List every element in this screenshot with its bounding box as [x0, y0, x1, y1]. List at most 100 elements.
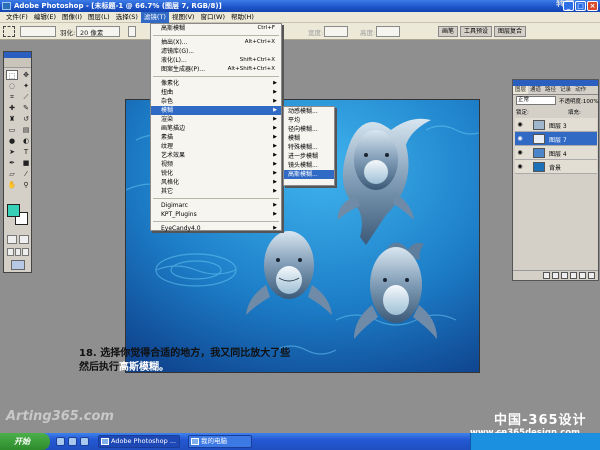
screen-mode-buttons[interactable] — [7, 248, 30, 256]
menu-item[interactable]: 帮助(H) — [228, 12, 257, 23]
layer-style-icon[interactable] — [552, 272, 559, 279]
eye-icon[interactable]: ◉ — [516, 121, 524, 128]
filter-menu-item[interactable]: 液化(L)... Shift+Ctrl+X — [151, 56, 281, 65]
opacity-control[interactable]: 不透明度:100% — [559, 97, 599, 105]
quick-mask-buttons[interactable] — [7, 235, 29, 244]
menu-item[interactable]: 图层(L) — [85, 12, 113, 23]
blur-submenu-item[interactable]: 动感模糊... — [284, 107, 334, 116]
palette-well-tab[interactable]: 图层复合 — [494, 26, 527, 37]
menu-item[interactable]: 视图(V) — [169, 12, 198, 23]
new-layer-icon[interactable] — [579, 272, 586, 279]
filter-menu-item[interactable]: Digimarc ▶ — [151, 201, 281, 210]
filter-menu-item[interactable]: EyeCandy4.0 ▶ — [151, 224, 281, 233]
notes-tool-icon[interactable]: ▱ — [6, 169, 18, 179]
selection-mode-buttons[interactable] — [20, 26, 56, 37]
lasso-tool-icon[interactable]: ◌ — [6, 81, 18, 91]
antialias-checkbox[interactable] — [128, 26, 136, 37]
menu-item[interactable]: 选择(S) — [113, 12, 141, 23]
type-tool-icon[interactable]: T — [20, 147, 32, 157]
palette-well-tab[interactable]: 画笔 — [438, 26, 459, 37]
layer-row[interactable]: ◉ 图层 4 — [515, 146, 597, 160]
filter-menu-item[interactable]: 高斯模糊 Ctrl+F — [151, 24, 281, 33]
filter-menu-item[interactable]: 锐化 ▶ — [151, 169, 281, 178]
start-button[interactable]: 开始 — [0, 433, 50, 450]
menu-item[interactable]: 文件(F) — [3, 12, 31, 23]
foreground-color-swatch[interactable] — [7, 204, 20, 217]
delete-layer-icon[interactable] — [588, 272, 595, 279]
healing-tool-icon[interactable]: ✚ — [6, 103, 18, 113]
filter-menu-item[interactable]: 画笔描边 ▶ — [151, 124, 281, 133]
opacity-value[interactable]: 100% — [583, 99, 599, 105]
add-mask-icon[interactable] — [561, 272, 568, 279]
menu-item[interactable]: 编辑(E) — [31, 12, 59, 23]
dodge-tool-icon[interactable]: ◐ — [20, 136, 32, 146]
link-layers-icon[interactable] — [543, 272, 550, 279]
slice-tool-icon[interactable]: ⟋ — [20, 92, 32, 102]
crop-tool-icon[interactable]: ⌗ — [6, 92, 18, 102]
pen-tool-icon[interactable]: ✒ — [6, 158, 18, 168]
filter-menu-item[interactable]: 艺术效果 ▶ — [151, 151, 281, 160]
blur-tool-icon[interactable]: ● — [6, 136, 18, 146]
filter-menu-item[interactable]: 视频 ▶ — [151, 160, 281, 169]
blend-mode-select[interactable]: 正常 — [516, 96, 556, 105]
layers-panel-tab[interactable]: 记录 — [558, 86, 573, 94]
layers-panel-tab[interactable]: 路径 — [543, 86, 558, 94]
quick-launch-media-icon[interactable] — [80, 437, 89, 446]
stamp-tool-icon[interactable]: ♜ — [6, 114, 18, 124]
restore-button[interactable]: □ — [575, 1, 586, 11]
magic-wand-tool-icon[interactable]: ✦ — [20, 81, 32, 91]
eyedropper-tool-icon[interactable]: ⁄ — [20, 169, 32, 179]
filter-menu-item[interactable]: 杂色 ▶ — [151, 97, 281, 106]
zoom-tool-icon[interactable]: ⚲ — [20, 180, 32, 190]
quick-launch-desktop-icon[interactable] — [68, 437, 77, 446]
path-select-tool-icon[interactable]: ➤ — [6, 147, 18, 157]
layer-row[interactable]: ◉ 图层 3 — [515, 118, 597, 132]
filter-menu-item[interactable]: 素描 ▶ — [151, 133, 281, 142]
filter-menu-item[interactable]: 模糊 ▶ — [151, 106, 281, 115]
filter-menu-item[interactable]: 像素化 ▶ — [151, 79, 281, 88]
hand-tool-icon[interactable]: ✋ — [6, 180, 18, 190]
eye-icon[interactable]: ◉ — [516, 163, 524, 170]
eye-icon[interactable]: ◉ — [516, 135, 524, 142]
filter-menu-item[interactable]: 其它 ▶ — [151, 187, 281, 196]
palette-well-tab[interactable]: 工具预设 — [460, 26, 493, 37]
menu-item[interactable]: 图像(I) — [59, 12, 85, 23]
filter-menu-item[interactable]: 图案生成器(P)... Alt+Shift+Ctrl+X — [151, 65, 281, 74]
marquee-tool-icon[interactable]: ⬚ — [6, 70, 18, 80]
height-input[interactable] — [376, 26, 400, 37]
gradient-tool-icon[interactable]: ▤ — [20, 125, 32, 135]
menu-item[interactable]: 窗口(W) — [197, 12, 228, 23]
close-button[interactable]: × — [587, 1, 598, 11]
eraser-tool-icon[interactable]: ▭ — [6, 125, 18, 135]
blur-submenu-item[interactable]: 进一步模糊 — [284, 152, 334, 161]
feather-input[interactable]: 20 像素 — [80, 27, 103, 37]
move-tool-icon[interactable]: ✥ — [20, 70, 32, 80]
layer-row[interactable]: ◉ 背景 — [515, 160, 597, 174]
marquee-tool-icon[interactable] — [3, 26, 15, 37]
layers-panel-tab[interactable]: 动作 — [573, 86, 588, 94]
taskbar-button[interactable]: Adobe Photoshop ... — [98, 435, 180, 448]
brush-tool-icon[interactable]: ✎ — [20, 103, 32, 113]
blur-submenu-item[interactable]: 镜头模糊... — [284, 161, 334, 170]
blur-submenu-item[interactable]: 径向模糊... — [284, 125, 334, 134]
filter-menu-item[interactable]: KPT_Plugins ▶ — [151, 210, 281, 219]
layers-panel-tab[interactable]: 通道 — [528, 86, 543, 94]
filter-menu-item[interactable]: 扭曲 ▶ — [151, 88, 281, 97]
taskbar-button[interactable]: 我的电脑 — [188, 435, 252, 448]
filter-menu-item[interactable]: 渲染 ▶ — [151, 115, 281, 124]
eye-icon[interactable]: ◉ — [516, 149, 524, 156]
blur-submenu-item[interactable]: 平均 — [284, 116, 334, 125]
filter-menu-item[interactable]: 抽出(X)... Alt+Ctrl+X — [151, 38, 281, 47]
width-input[interactable] — [324, 26, 348, 37]
quick-launch-ie-icon[interactable] — [56, 437, 65, 446]
history-brush-tool-icon[interactable]: ↺ — [20, 114, 32, 124]
blur-submenu-item[interactable]: 特殊模糊... — [284, 143, 334, 152]
filter-menu-item[interactable]: 滤镜库(G)... — [151, 47, 281, 56]
filter-menu-item[interactable]: 纹理 ▶ — [151, 142, 281, 151]
filter-menu-item[interactable]: 风格化 ▶ — [151, 178, 281, 187]
shape-tool-icon[interactable]: ■ — [20, 158, 32, 168]
blur-submenu-item[interactable]: 高斯模糊... — [284, 170, 334, 179]
blur-submenu-item[interactable]: 模糊 — [284, 134, 334, 143]
menu-item[interactable]: 滤镜(T) — [140, 11, 169, 23]
new-group-icon[interactable] — [570, 272, 577, 279]
